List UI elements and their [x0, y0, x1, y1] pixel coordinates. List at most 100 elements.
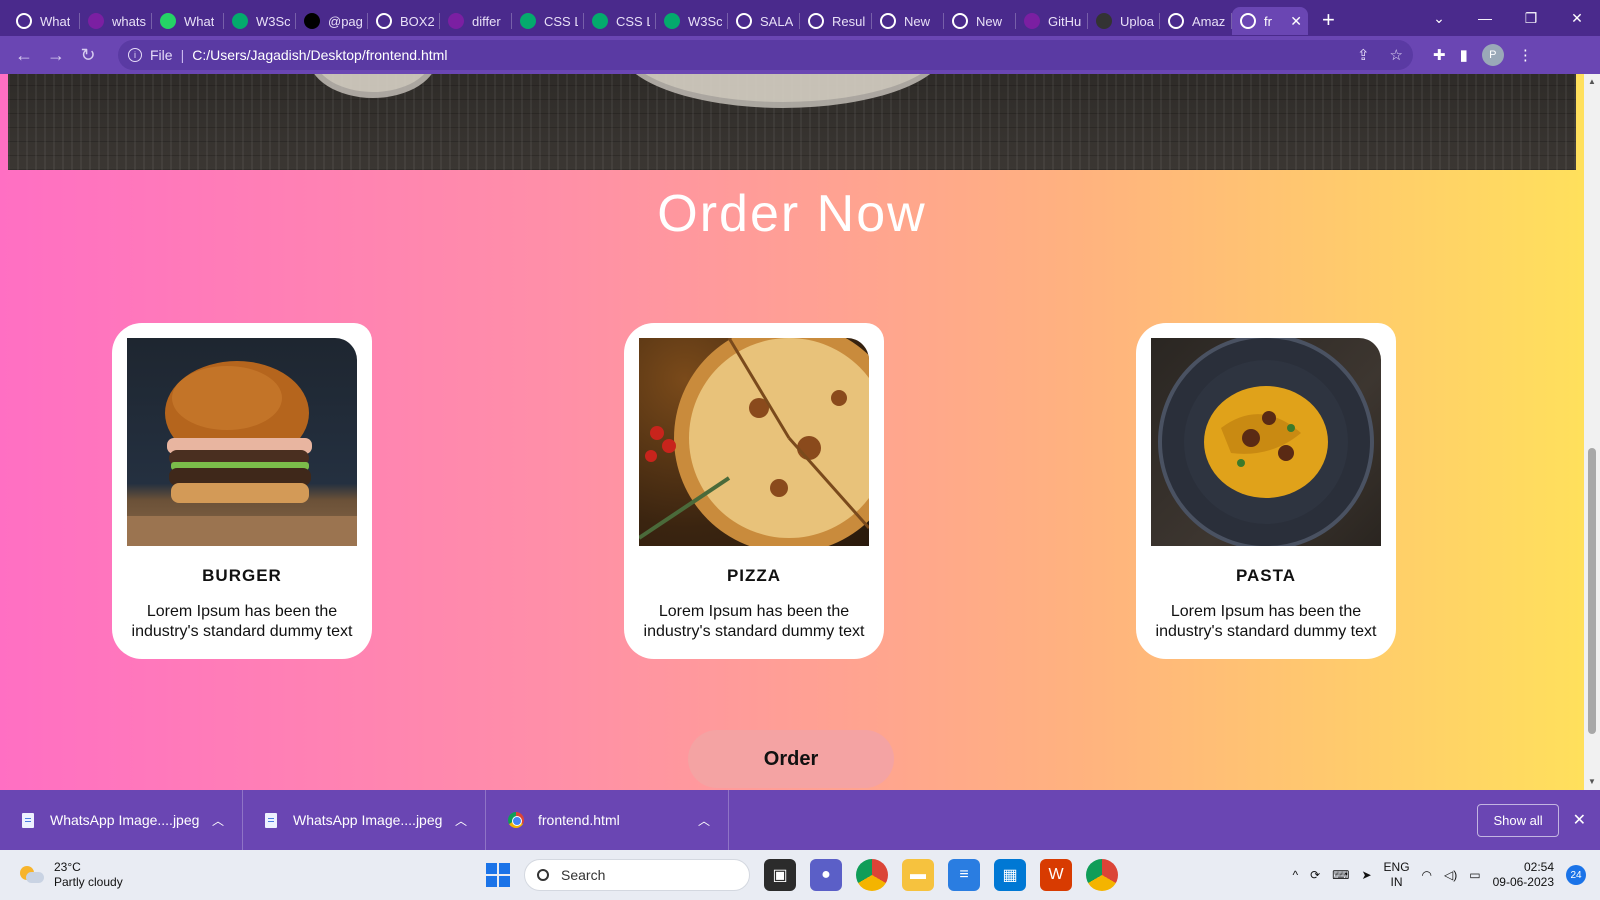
amazon-icon — [1168, 13, 1184, 29]
chevron-up-icon[interactable]: ︿ — [212, 812, 224, 829]
teams-chat-icon[interactable]: ● — [810, 859, 842, 891]
restore-button[interactable]: ❐ — [1508, 10, 1554, 27]
wifi-icon[interactable]: ◠ — [1422, 868, 1432, 882]
page-scrollbar[interactable]: ▲ ▼ — [1584, 74, 1600, 790]
side-panel-icon[interactable]: ▮ — [1460, 46, 1468, 64]
tab-label: whats — [112, 13, 146, 29]
browser-tab[interactable]: differ — [440, 7, 512, 35]
browser-tab[interactable]: Uploa — [1088, 7, 1160, 35]
wps-office-icon[interactable]: W — [1040, 859, 1072, 891]
chrome-icon — [952, 13, 968, 29]
partly-cloudy-icon — [18, 864, 44, 886]
store-icon[interactable]: ▦ — [994, 859, 1026, 891]
extensions-icon[interactable]: ✚ — [1433, 46, 1446, 64]
download-name: WhatsApp Image....jpeg — [293, 812, 443, 828]
scroll-thumb[interactable] — [1588, 448, 1596, 734]
chrome-app-icon[interactable] — [856, 859, 888, 891]
menu-card-burger: BURGER Lorem Ipsum has been the industry… — [112, 323, 372, 659]
tab-label: What — [184, 13, 215, 29]
reload-button[interactable]: ↻ — [72, 39, 104, 71]
task-view-icon[interactable]: ▣ — [764, 859, 796, 891]
address-bar[interactable]: i File | C:/Users/Jagadish/Desktop/front… — [118, 40, 1413, 70]
notepad-icon[interactable]: ≡ — [948, 859, 980, 891]
browser-tab-strip: What whats What W3Sc @pag BOX2 differ CSS L CSS … — [0, 0, 1600, 36]
card-title: PIZZA — [726, 566, 782, 585]
close-window-button[interactable]: ✕ — [1554, 10, 1600, 27]
bookmark-star-icon[interactable]: ☆ — [1390, 46, 1403, 64]
weather-temp: 23°C — [54, 860, 81, 874]
browser-tab[interactable]: @pag — [296, 7, 368, 35]
browser-tab[interactable]: CSS L — [584, 7, 656, 35]
chevron-up-icon[interactable]: ︿ — [698, 812, 710, 829]
browser-toolbar: ← → ↻ i File | C:/Users/Jagadish/Desktop… — [0, 36, 1600, 74]
menu-card-pizza: PIZZA Lorem Ipsum has been the industry'… — [624, 323, 884, 659]
minimize-button[interactable]: — — [1462, 10, 1508, 26]
share-icon[interactable]: ⇪ — [1357, 46, 1370, 64]
file-icon — [265, 812, 277, 828]
tab-label: New — [976, 13, 1003, 29]
browser-tab[interactable]: What — [152, 7, 224, 35]
menu-card-pasta: PASTA Lorem Ipsum has been the industry'… — [1136, 323, 1396, 659]
windows-start-icon[interactable] — [486, 863, 510, 887]
new-tab-button[interactable]: + — [1322, 7, 1335, 33]
scroll-down-arrow[interactable]: ▼ — [1584, 774, 1600, 790]
browser-tab[interactable]: W3Sc — [224, 7, 296, 35]
sync-icon[interactable]: ⟳ — [1310, 868, 1320, 882]
download-item[interactable]: WhatsApp Image....jpeg ︿ — [243, 790, 486, 850]
tab-label: BOX2 — [400, 13, 434, 29]
notification-badge[interactable]: 24 — [1566, 865, 1586, 885]
url-text: C:/Users/Jagadish/Desktop/frontend.html — [192, 47, 448, 63]
tab-search-icon[interactable]: ⌄ — [1416, 10, 1462, 27]
browser-tab[interactable]: whats — [80, 7, 152, 35]
taskbar-search[interactable]: Search — [524, 859, 750, 891]
browser-tab[interactable]: New — [944, 7, 1016, 35]
browser-tab[interactable]: BOX2 — [368, 7, 440, 35]
browser-tab[interactable]: CSS L — [512, 7, 584, 35]
clock-date: 09-06-2023 — [1492, 875, 1554, 889]
keyboard-icon[interactable]: ⌨ — [1332, 868, 1349, 882]
w3schools-icon — [232, 13, 248, 29]
battery-icon[interactable]: ▭ — [1469, 868, 1480, 882]
back-button[interactable]: ← — [8, 39, 40, 71]
file-explorer-icon[interactable]: ▬ — [902, 859, 934, 891]
chevron-up-icon[interactable]: ︿ — [455, 812, 467, 829]
browser-tab[interactable]: Resul — [800, 7, 872, 35]
order-button[interactable]: Order — [688, 730, 894, 788]
chevron-up-icon[interactable]: ^ — [1292, 868, 1298, 882]
profile-avatar[interactable]: P — [1481, 44, 1504, 66]
browser-tab[interactable]: New — [872, 7, 944, 35]
browser-tab[interactable]: SALA — [728, 7, 800, 35]
download-item[interactable]: frontend.html ︿ — [486, 790, 729, 850]
taskbar-clock[interactable]: 02:54 09-06-2023 — [1493, 860, 1554, 890]
scroll-up-arrow[interactable]: ▲ — [1584, 74, 1600, 90]
forward-button[interactable]: → — [40, 39, 72, 71]
volume-icon[interactable]: ◁) — [1444, 868, 1457, 882]
system-tray: ^ ⟳ ⌨ ➤ ENG IN ◠ ◁) ▭ 02:54 09-06-2023 2… — [1292, 850, 1586, 900]
browser-tab[interactable]: Amaz — [1160, 7, 1232, 35]
weather-widget[interactable]: 23°C Partly cloudy — [18, 860, 123, 890]
tab-label: What — [40, 13, 71, 29]
language-indicator[interactable]: ENG IN — [1384, 860, 1410, 890]
close-icon[interactable]: ✕ — [1573, 810, 1586, 830]
show-all-button[interactable]: Show all — [1477, 803, 1559, 837]
close-tab-icon[interactable]: ✕ — [1290, 13, 1302, 30]
windows-taskbar: 23°C Partly cloudy Search ▣ ● ▬ ≡ ▦ W ^ … — [0, 850, 1600, 900]
tab-label: differ — [472, 13, 501, 29]
browser-tab[interactable]: What — [8, 7, 80, 35]
taskbar-apps: Search ▣ ● ▬ ≡ ▦ W — [486, 850, 1118, 900]
chrome-icon — [508, 812, 524, 828]
site-info-icon[interactable]: i — [128, 48, 142, 62]
burger-illustration — [127, 361, 357, 546]
browser-tab[interactable]: GitHu — [1016, 7, 1088, 35]
browser-tab[interactable]: fr ✕ — [1232, 7, 1308, 35]
menu-kebab-icon[interactable]: ⋮ — [1518, 46, 1533, 64]
pasta-illustration — [1158, 338, 1374, 546]
location-icon[interactable]: ➤ — [1361, 868, 1371, 882]
medium-icon — [304, 13, 320, 29]
chrome-profile-icon[interactable] — [1086, 859, 1118, 891]
card-title: BURGER — [202, 566, 282, 585]
download-shelf: WhatsApp Image....jpeg ︿ WhatsApp Image.… — [0, 790, 1600, 850]
browser-tab[interactable]: W3Sc — [656, 7, 728, 35]
burger-photo — [127, 338, 357, 546]
download-item[interactable]: WhatsApp Image....jpeg ︿ — [0, 790, 243, 850]
